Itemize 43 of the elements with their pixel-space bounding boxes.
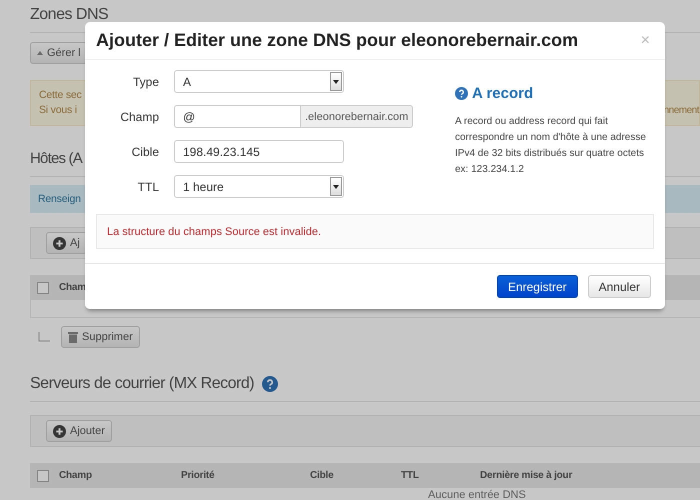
help-heading: A record [472, 85, 534, 102]
column-header: TTL [401, 470, 419, 481]
info-text: Renseign [38, 193, 81, 205]
column-header: Cible [310, 470, 334, 481]
add-button[interactable]: Aj [46, 232, 87, 254]
empty-table-text: Aucune entrée DNS [428, 489, 526, 500]
section-heading: Serveurs de courrier (MX Record) [30, 375, 254, 393]
help-text: A record ou address record qui fait correspondre un nom d'hôte à une adresse IPv4 de 32 bits distribués sur quatre octets ex: 123.234.1.2 [455, 115, 646, 177]
help-icon [455, 87, 468, 100]
select-field[interactable]: 1 heure [174, 175, 344, 198]
help-icon [262, 376, 278, 392]
plus-icon [53, 236, 66, 250]
dialog-title: Ajouter / Editer une zone DNS pour eleonorebernair.com [96, 30, 578, 51]
add-button[interactable]: Ajouter [46, 420, 112, 442]
notice-text: nnement [664, 104, 699, 118]
column-header: Champ [59, 470, 92, 481]
save-button[interactable]: Enregistrer [496, 275, 578, 298]
notice-text: Cette sec [39, 88, 82, 103]
error-message: La structure du champs Source est invalide. [107, 226, 322, 238]
section-heading: Hôtes (A [30, 150, 82, 168]
trash-icon [68, 331, 78, 343]
caret-icon [333, 184, 339, 188]
delete-button[interactable]: Supprimer [61, 326, 140, 348]
section-heading: Zones DNS [30, 6, 108, 24]
caret-icon [333, 80, 339, 84]
select-all-checkbox[interactable] [37, 282, 49, 294]
field-label: Type [132, 74, 159, 88]
triangle-icon [37, 51, 43, 55]
domain-suffix: .eleonorebernair.com [301, 105, 414, 128]
select-all-checkbox[interactable] [37, 470, 49, 482]
column-header: Priorité [181, 470, 214, 481]
column-header: Cham [59, 282, 86, 293]
field-label: TTL [136, 180, 159, 194]
notice-text: Si vous i [39, 103, 78, 118]
column-header: Dernière mise à jour [480, 470, 572, 481]
text-field[interactable]: @ [174, 105, 301, 128]
select-field[interactable]: A [174, 70, 344, 93]
plus-icon [53, 424, 66, 438]
text-field[interactable]: 198.49.23.145 [174, 140, 344, 163]
manage-button[interactable]: Gérer l [30, 42, 88, 64]
cancel-button[interactable]: Annuler [588, 275, 651, 298]
field-label: Cible [130, 144, 159, 158]
field-label: Champ [119, 110, 159, 124]
